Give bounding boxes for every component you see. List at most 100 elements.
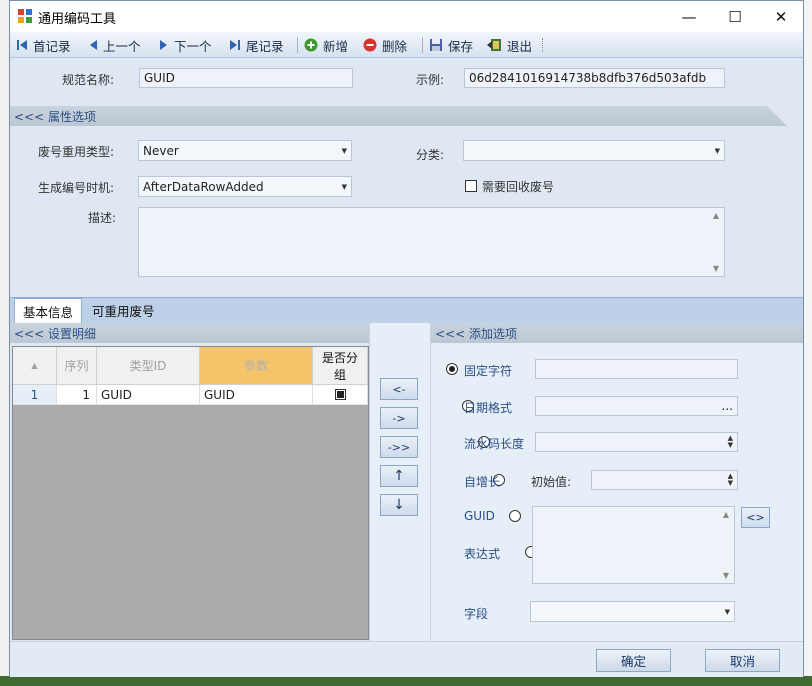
background-right-edge (803, 0, 812, 686)
move-right-all-button[interactable]: ->> (380, 436, 418, 458)
spinner-arrows-icon[interactable]: ▲ ▼ (728, 473, 733, 487)
background-left-edge (0, 0, 9, 686)
checkbox-checked-icon (336, 391, 344, 398)
gen-time-label: 生成编号时机: (38, 181, 115, 195)
grid-header-seq[interactable]: 序列 (57, 347, 97, 385)
add-button[interactable]: 新增 (304, 35, 348, 55)
field-select[interactable]: ▼ (530, 601, 735, 622)
description-scrollbar[interactable]: ▲ ▼ (708, 208, 724, 276)
toolbar: 首记录 上一个 下一个 尾记录 新增 删除 保存 退出 (10, 32, 803, 58)
toolbar-grip[interactable] (542, 38, 545, 52)
grid-row-header[interactable]: 1 (13, 385, 57, 405)
move-down-button[interactable]: ↓ (380, 494, 418, 516)
recycle-label: 需要回收废号 (482, 180, 555, 194)
add-options-panel (431, 343, 803, 641)
close-button[interactable]: ✕ (758, 1, 804, 32)
footer-bar (10, 641, 803, 677)
date-format-input[interactable]: ... (535, 396, 738, 416)
spec-name-label: 规范名称: (62, 73, 115, 87)
date-format-label: 日期格式 (464, 401, 513, 415)
reuse-type-label: 废号重用类型: (38, 145, 115, 159)
example-label: 示例: (416, 73, 445, 87)
grid-header-type-id[interactable]: 类型ID (97, 347, 200, 385)
recycle-checkbox[interactable] (465, 180, 477, 192)
first-record-icon (17, 40, 27, 50)
grid-corner-header[interactable]: ▲ (13, 347, 57, 385)
scroll-up-icon: ▲ (722, 510, 730, 519)
save-button[interactable]: 保存 (429, 35, 473, 55)
details-grid[interactable]: ▲ 序列 类型ID 参数 是否分组 1 1 GUID GUID (12, 346, 369, 640)
delete-icon (363, 38, 377, 52)
chevron-down-icon: ▼ (724, 607, 730, 616)
chevron-down-icon: ▼ (341, 146, 347, 155)
category-label: 分类: (416, 148, 445, 162)
chevron-down-icon: ▼ (341, 182, 347, 191)
properties-section-header[interactable]: <<< 属性选项 (10, 106, 787, 126)
grid-cell-seq[interactable]: 1 (57, 385, 97, 405)
guid-label: GUID (464, 509, 495, 523)
tab-basic-info[interactable]: 基本信息 (14, 298, 83, 323)
scroll-up-icon: ▲ (712, 211, 720, 220)
grid-cell-grouped[interactable] (313, 385, 368, 405)
title-bar[interactable]: 通用编码工具 — ☐ ✕ (10, 1, 803, 32)
spinner-arrows-icon[interactable]: ▲ ▼ (728, 435, 733, 449)
date-format-browse-button[interactable]: ... (722, 399, 733, 413)
grid-header-param[interactable]: 参数 (200, 347, 313, 385)
reuse-type-select[interactable]: Never ▼ (138, 140, 352, 161)
move-up-button[interactable]: ↑ (380, 465, 418, 487)
toolbar-separator (297, 37, 298, 53)
expression-textarea[interactable]: ▲ ▼ (532, 506, 735, 584)
prev-arrow-icon (90, 40, 97, 50)
ok-button[interactable]: 确定 (596, 649, 671, 672)
expression-editor-button[interactable]: <> (741, 507, 770, 528)
move-left-button[interactable]: <- (380, 378, 418, 400)
last-record-icon (230, 40, 240, 50)
toolbar-separator (422, 37, 423, 53)
fixed-char-input[interactable] (535, 359, 738, 379)
delete-button[interactable]: 删除 (363, 35, 407, 55)
background-taskbar-edge (0, 676, 812, 686)
spec-name-input[interactable]: GUID (139, 68, 353, 88)
expression-label: 表达式 (464, 547, 501, 561)
fixed-char-label: 固定字符 (464, 364, 513, 378)
next-record-button[interactable]: 下一个 (159, 35, 212, 55)
gen-time-select[interactable]: AfterDataRowAdded ▼ (138, 176, 352, 197)
initial-value-label: 初始值: (531, 475, 572, 489)
grid-cell-param[interactable]: GUID (200, 385, 313, 405)
main-window: 通用编码工具 — ☐ ✕ 首记录 上一个 下一个 尾记录 新增 删除 保存 退出… (9, 0, 804, 677)
window-title: 通用编码工具 (38, 12, 117, 27)
expression-scrollbar[interactable]: ▲ ▼ (718, 507, 734, 583)
initial-value-spinner[interactable]: ▲ ▼ (591, 470, 738, 490)
scroll-down-icon: ▼ (722, 571, 730, 580)
serial-length-label: 流水码长度 (464, 437, 525, 451)
maximize-button[interactable]: ☐ (712, 1, 758, 32)
details-section-header[interactable]: <<< 设置明细 (10, 323, 369, 343)
category-select[interactable]: ▼ (463, 140, 725, 161)
description-textarea[interactable]: ▲ ▼ (138, 207, 725, 277)
app-icon (18, 9, 32, 23)
description-label: 描述: (88, 211, 117, 225)
save-icon (430, 39, 442, 51)
add-icon (304, 38, 318, 52)
last-record-button[interactable]: 尾记录 (229, 35, 284, 55)
move-right-button[interactable]: -> (380, 407, 418, 429)
fixed-char-radio[interactable] (446, 363, 458, 375)
add-options-section-header[interactable]: <<< 添加选项 (431, 323, 803, 343)
auto-inc-label: 自增长 (464, 475, 501, 489)
grouped-checkbox[interactable] (334, 389, 346, 400)
exit-icon (487, 39, 501, 51)
example-input[interactable]: 06d2841016914738b8dfb376d503afdb (464, 68, 725, 88)
serial-length-spinner[interactable]: ▲ ▼ (535, 432, 738, 452)
prev-record-button[interactable]: 上一个 (88, 35, 141, 55)
grid-cell-type-id[interactable]: GUID (97, 385, 200, 405)
cancel-button[interactable]: 取消 (705, 649, 780, 672)
exit-button[interactable]: 退出 (486, 35, 532, 55)
minimize-button[interactable]: — (666, 1, 712, 32)
tab-reusable-numbers[interactable]: 可重用废号 (84, 298, 163, 323)
chevron-down-icon: ▼ (714, 146, 720, 155)
first-record-button[interactable]: 首记录 (16, 35, 71, 55)
grid-header-grouped[interactable]: 是否分组 (313, 347, 368, 385)
field-label: 字段 (464, 607, 489, 621)
scroll-down-icon: ▼ (712, 264, 720, 273)
next-arrow-icon (160, 40, 167, 50)
